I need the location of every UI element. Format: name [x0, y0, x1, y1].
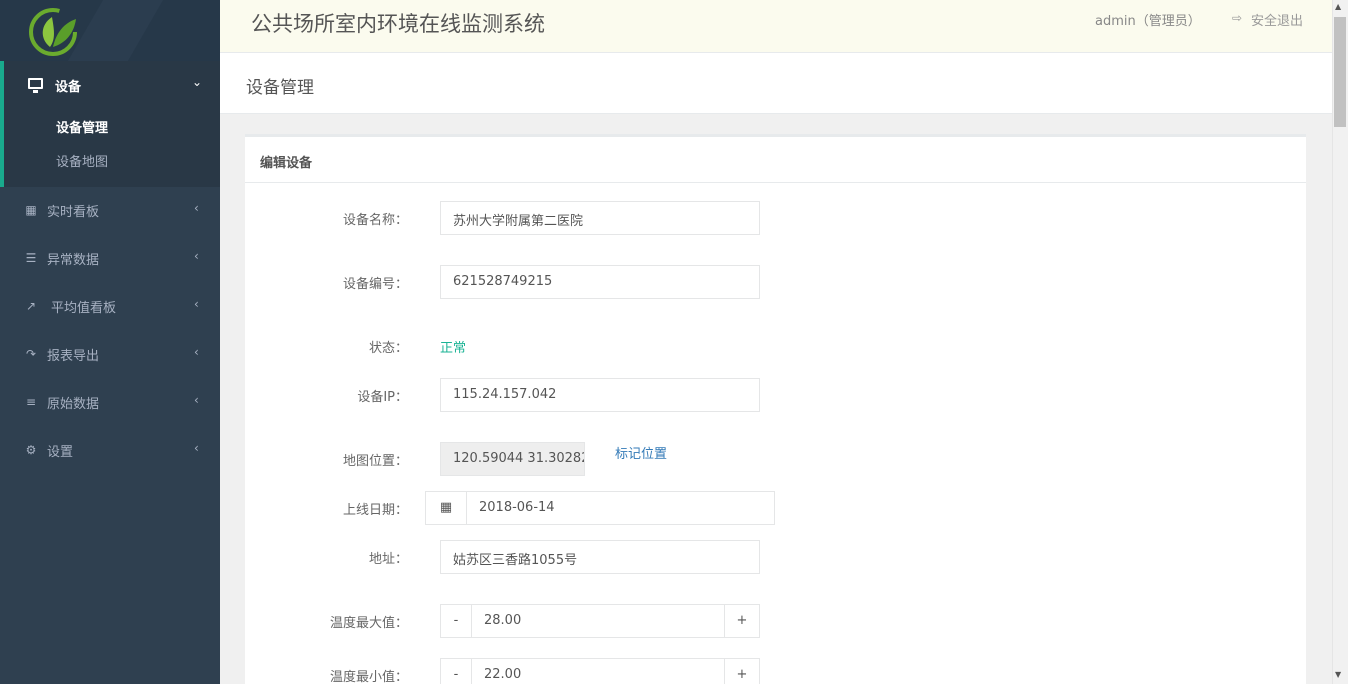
device-ip-label: 设备IP： [357, 390, 408, 405]
sidebar-item-abnormal[interactable]: ☰ 异常数据 ‹ [0, 235, 220, 283]
sidebar-item-label: 异常数据 [47, 253, 100, 268]
status-value: 正常 [440, 341, 467, 356]
temp-min-decrement-button[interactable]: - [440, 658, 472, 684]
sidebar-item-label: 平均值看板 [51, 301, 117, 316]
edit-device-panel: 编辑设备 设备名称： 苏州大学附属第二医院 设备编号： 621528749215… [245, 134, 1306, 684]
address-label: 地址： [368, 552, 408, 567]
mark-location-button[interactable]: 标记位置 [615, 443, 667, 462]
temp-min-increment-button[interactable]: + [724, 658, 760, 684]
sidebar-item-average[interactable]: ↗ 平均值看板 ‹ [0, 283, 220, 331]
sidebar-item-raw[interactable]: ≡ 原始数据 ‹ [0, 379, 220, 427]
sidebar-item-label: 设备 [55, 80, 82, 95]
device-code-input[interactable]: 621528749215 [440, 265, 760, 299]
device-code-label: 设备编号： [342, 277, 408, 292]
sidebar: 设备 ⌄ 设备管理 设备地图 ▦ 实时看板 ‹ ☰ 异常数据 ‹ ↗ 平均值看板… [0, 0, 220, 684]
temp-max-increment-button[interactable]: + [724, 604, 760, 638]
chevron-left-icon: ‹ [194, 441, 199, 455]
chevron-left-icon: ‹ [194, 393, 199, 407]
scrollbar-thumb[interactable] [1334, 17, 1346, 127]
share-square-icon: ↷ [25, 347, 37, 361]
sidebar-item-realtime[interactable]: ▦ 实时看板 ‹ [0, 187, 220, 235]
device-name-input[interactable]: 苏州大学附属第二医院 [440, 201, 760, 235]
sidebar-item-report[interactable]: ↷ 报表导出 ‹ [0, 331, 220, 379]
desktop-icon [28, 78, 43, 93]
status-label: 状态： [368, 341, 408, 356]
online-date-label: 上线日期： [342, 503, 408, 518]
panel-title: 编辑设备 [260, 156, 313, 171]
sidebar-item-device[interactable]: 设备 ⌄ [4, 61, 220, 109]
temp-max-input[interactable]: 28.00 [471, 604, 725, 638]
map-location-input: 120.59044 31.30282 [440, 442, 585, 476]
scroll-down-arrow-icon[interactable]: ▼ [1335, 670, 1341, 679]
sidebar-item-label: 原始数据 [47, 397, 100, 412]
chevron-left-icon: ‹ [194, 249, 199, 263]
panel-title-bar: 编辑设备 [245, 137, 1306, 183]
th-large-icon: ▦ [25, 203, 37, 217]
chevron-down-icon: ⌄ [192, 75, 203, 89]
scroll-up-arrow-icon[interactable]: ▲ [1335, 2, 1341, 11]
chevron-left-icon: ‹ [194, 345, 199, 359]
sidebar-menu-device: 设备 ⌄ 设备管理 设备地图 [0, 61, 220, 187]
chevron-left-icon: ‹ [194, 201, 199, 215]
chevron-left-icon: ‹ [194, 297, 199, 311]
app-title: 公共场所室内环境在线监测系统 [251, 12, 545, 36]
logout-link[interactable]: 安全退出 [1251, 10, 1303, 29]
sidebar-item-label: 报表导出 [47, 349, 100, 364]
sidebar-item-label: 设置 [47, 445, 74, 460]
database-icon: ☰ [25, 251, 37, 265]
page-title: 设备管理 [246, 78, 314, 98]
leaf-logo [29, 8, 77, 56]
map-location-label: 地图位置： [342, 454, 408, 469]
gear-icon: ⚙ [25, 443, 37, 457]
line-chart-icon: ↗ [25, 299, 37, 313]
device-name-label: 设备名称： [342, 213, 408, 228]
sidebar-subitem-device-map[interactable]: 设备地图 [56, 151, 108, 170]
top-header: 公共场所室内环境在线监测系统 admin（管理员） ⇨ 安全退出 [220, 0, 1332, 53]
sign-out-icon[interactable]: ⇨ [1232, 11, 1242, 25]
address-input[interactable]: 姑苏区三香路1055号 [440, 540, 760, 574]
current-user[interactable]: admin（管理员） [1095, 10, 1201, 29]
temp-min-input[interactable]: 22.00 [471, 658, 725, 684]
sidebar-subitem-device-management[interactable]: 设备管理 [56, 117, 108, 136]
online-date-input[interactable]: 2018-06-14 [466, 491, 775, 525]
logo-area [0, 0, 220, 61]
sidebar-item-label: 实时看板 [47, 205, 100, 220]
temp-max-label: 温度最大值： [329, 616, 408, 631]
sidebar-item-settings[interactable]: ⚙ 设置 ‹ [0, 427, 220, 475]
bars-icon: ≡ [25, 395, 37, 409]
calendar-icon[interactable]: ▦ [425, 491, 467, 525]
page-heading: 设备管理 [220, 53, 1332, 114]
temp-max-decrement-button[interactable]: - [440, 604, 472, 638]
device-ip-input[interactable]: 115.24.157.042 [440, 378, 760, 412]
temp-min-label: 温度最小值： [329, 670, 408, 684]
